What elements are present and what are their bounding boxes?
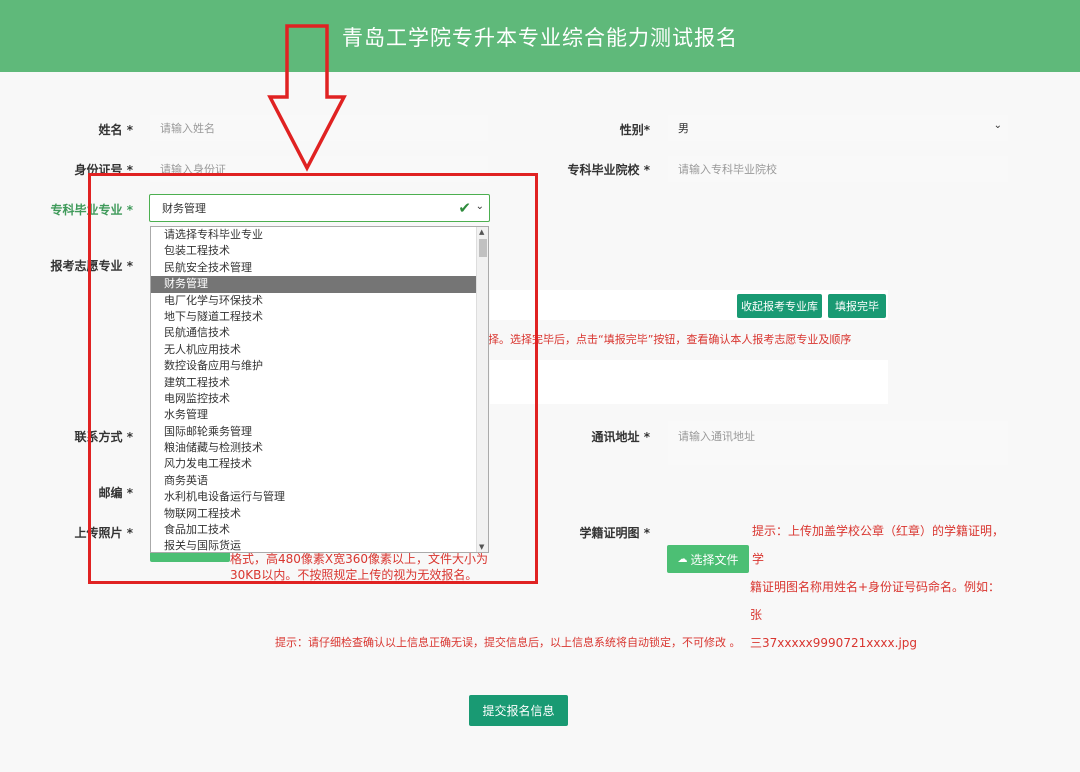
apply-hint: 择。选择完毕后，点击“填报完毕”按钮，查看确认本人报考志愿专业及顺序 [488, 333, 852, 346]
cloud-upload-icon: ☁ [677, 553, 688, 565]
school-input[interactable]: 请输入专科毕业院校 [668, 156, 1008, 182]
address-input[interactable]: 请输入通讯地址 [668, 421, 1008, 465]
submit-button[interactable]: 提交报名信息 [469, 695, 568, 726]
gender-select[interactable]: 男 ⌄ [668, 115, 1008, 141]
status-proof-label: 学籍证明图 * [579, 526, 650, 540]
registration-page: 青岛工学院专升本专业综合能力测试报名 姓名 * 请输入姓名 性别* 男 ⌄ 身份… [0, 0, 1080, 772]
gender-value: 男 [678, 122, 689, 135]
collapse-major-list-button[interactable]: 收起报考专业库 [737, 294, 822, 318]
chevron-down-icon: ⌄ [993, 120, 1002, 131]
status-hint: 提示：上传加盖学校公章（红章）的学籍证明，学 籍证明图名称用姓名+身份证号码命名… [750, 517, 1010, 657]
bottom-hint: 提示：请仔细检查确认以上信息正确无误，提交信息后，以上信息系统将自动锁定，不可修… [275, 636, 741, 649]
status-hint-line3: 三37xxxxx9990721xxxx.jpg [750, 636, 918, 650]
address-label: 通讯地址 * [591, 430, 650, 444]
apply-order-box [490, 360, 888, 404]
choose-file-button[interactable]: ☁ 选择文件 [667, 545, 749, 573]
choose-file-label: 选择文件 [690, 552, 739, 567]
annotation-highlight-rect [88, 173, 538, 584]
gender-label: 性别* [619, 123, 650, 137]
page-header: 青岛工学院专升本专业综合能力测试报名 [0, 0, 1080, 72]
status-hint-line2: 籍证明图名称用姓名+身份证号码命名。例如：张 [750, 580, 1001, 622]
annotation-down-arrow-icon [267, 24, 347, 172]
status-hint-line1: 提示：上传加盖学校公章（红章）的学籍证明，学 [752, 524, 1005, 566]
page-title: 青岛工学院专升本专业综合能力测试报名 [342, 26, 738, 50]
name-label: 姓名 * [98, 123, 133, 137]
school-label: 专科毕业院校 * [567, 163, 650, 177]
done-button[interactable]: 填报完毕 [828, 294, 886, 318]
